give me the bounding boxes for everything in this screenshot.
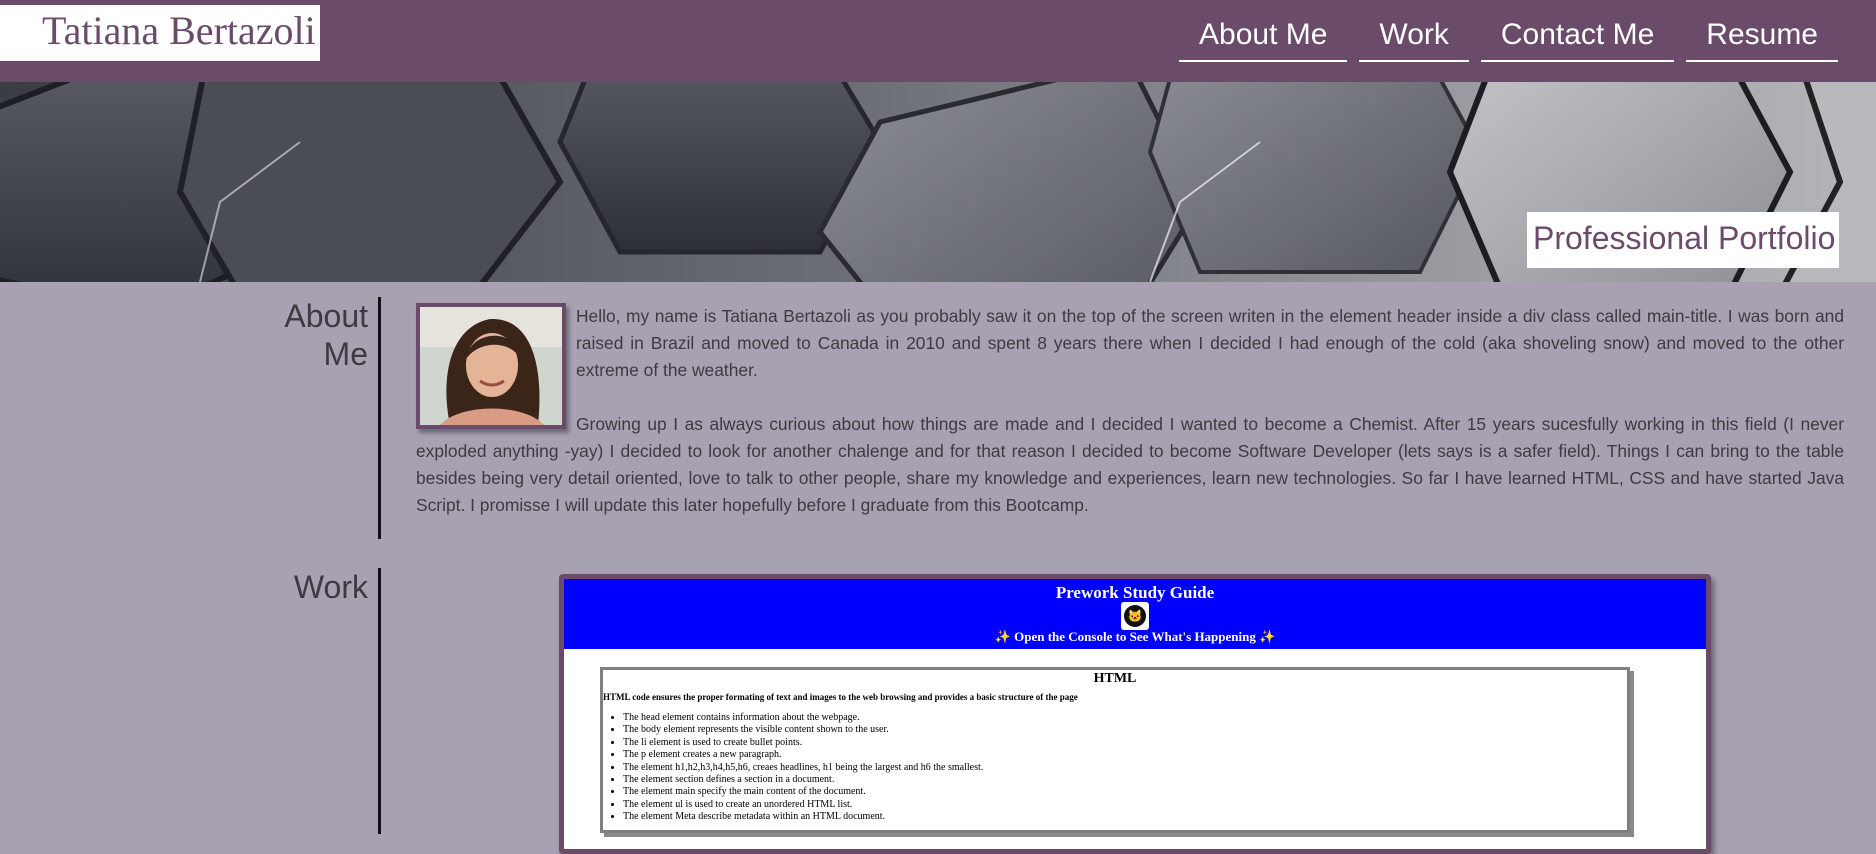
about-divider (378, 297, 381, 539)
about-me-text: Hello, my name is Tatiana Bertazoli as y… (416, 303, 1844, 519)
nav-about-me-link[interactable]: About Me (1179, 14, 1348, 62)
list-item: The element Meta describe metadata withi… (623, 811, 1627, 823)
project-card-list: The head element contains information ab… (603, 712, 1627, 824)
list-item: The element main specify the main conten… (623, 786, 1627, 798)
project-subtitle: ✨ Open the Console to See What's Happeni… (994, 629, 1276, 644)
project-card-title: HTML (1093, 671, 1137, 686)
about-me-heading: About Me (250, 297, 368, 373)
project-card-prework-study-guide[interactable]: Prework Study Guide 🐱 ✨ Open the Console… (559, 574, 1711, 854)
list-item: The head element contains information ab… (623, 712, 1627, 724)
main-title: Tatiana Bertazoli (0, 5, 320, 61)
project-preview-banner: Prework Study Guide 🐱 ✨ Open the Console… (564, 579, 1706, 649)
nav-resume-link[interactable]: Resume (1686, 14, 1838, 62)
about-paragraph-1: Hello, my name is Tatiana Bertazoli as y… (576, 306, 1844, 380)
about-heading-line2: Me (323, 336, 368, 372)
list-item: The body element represents the visible … (623, 724, 1627, 736)
work-heading: Work (293, 569, 368, 605)
about-heading-line1: About (284, 298, 368, 334)
list-item: The element section defines a section in… (623, 774, 1627, 786)
list-item: The li element is used to create bullet … (623, 737, 1627, 749)
nav-contact-me-link[interactable]: Contact Me (1480, 14, 1675, 62)
project-html-card: HTML HTML code ensures the proper format… (600, 667, 1630, 833)
work-divider (378, 568, 381, 834)
project-card-description: HTML code ensures the proper formating o… (603, 692, 1078, 702)
list-item: The element h1,h2,h3,h4,h5,h6, creaes he… (623, 762, 1627, 774)
github-cat-icon: 🐱 (1124, 605, 1146, 627)
hero-banner: Professional Portfolio (0, 82, 1876, 282)
main-nav: About Me Work Contact Me Resume (1167, 14, 1838, 62)
profile-photo-image (420, 307, 562, 425)
about-paragraph-2: Growing up I as always curious about how… (416, 414, 1844, 515)
profile-photo (416, 303, 566, 429)
project-title: Prework Study Guide (1055, 583, 1215, 602)
github-badge: 🐱 (1121, 602, 1149, 630)
nav-work-link[interactable]: Work (1359, 14, 1469, 62)
list-item: The p element creates a new paragraph. (623, 749, 1627, 761)
hero-title: Professional Portfolio (1527, 212, 1839, 268)
site-header: Tatiana Bertazoli About Me Work Contact … (0, 0, 1876, 82)
list-item: The element ul is used to create an unor… (623, 799, 1627, 811)
